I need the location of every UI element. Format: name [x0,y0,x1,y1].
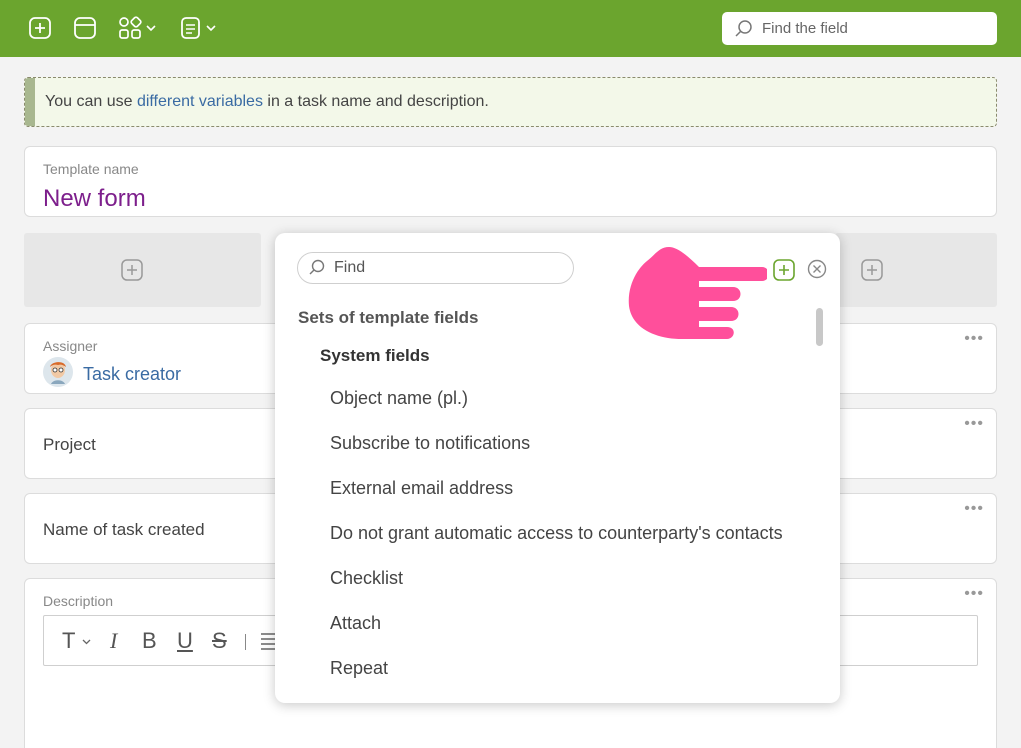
field-item[interactable]: Do not grant automatic access to counter… [330,523,783,544]
hint-accent-bar [25,78,35,126]
template-name-label: Template name [43,161,139,177]
field-item[interactable]: External email address [330,478,513,499]
pointing-hand-icon [628,247,767,339]
more-options-icon[interactable]: ••• [964,501,984,517]
assigner-label: Assigner [43,338,98,354]
assigner-value[interactable]: Task creator [83,364,181,385]
add-field-slot-right[interactable] [835,233,997,307]
add-field-icon[interactable] [773,259,795,281]
more-options-icon[interactable]: ••• [964,331,984,347]
grid-shapes-icon[interactable] [118,14,157,42]
template-name-card[interactable]: Template name New form [24,146,997,217]
hint-prefix: You can use [45,93,137,110]
align-icon[interactable] [260,632,276,650]
text-style-button[interactable]: T [62,628,75,654]
italic-button[interactable]: I [110,628,117,654]
scrollbar-thumb[interactable] [816,308,823,346]
field-item[interactable]: Checklist [330,568,403,589]
field-item[interactable]: Object name (pl.) [330,388,468,409]
task-name-label: Name of task created [43,520,205,539]
avatar [43,357,73,387]
find-field-input[interactable] [762,20,982,37]
field-item[interactable]: Subscribe to notifications [330,433,530,454]
strikethrough-button[interactable]: S [212,628,227,654]
bold-button[interactable]: B [142,628,157,654]
add-field-slot-left[interactable] [24,233,261,307]
underline-button[interactable]: U [177,628,193,654]
more-options-icon[interactable]: ••• [964,586,984,602]
add-square-icon[interactable] [28,14,52,42]
subsection-heading: System fields [320,346,430,365]
chevron-down-icon [146,25,156,32]
search-icon [309,259,325,275]
field-picker-popup: Sets of template fields System fields Ob… [275,233,840,703]
search-icon [735,19,752,37]
field-item[interactable]: Attach [330,613,381,634]
chevron-down-icon [206,25,216,32]
add-square-icon[interactable] [861,259,883,281]
project-label: Project [43,435,96,454]
hint-text: You can use different variables in a tas… [45,93,489,111]
close-icon[interactable] [807,259,827,279]
hint-suffix: in a task name and description. [262,93,489,110]
field-item[interactable]: Repeat [330,658,388,679]
chevron-down-icon [82,639,91,645]
popup-search[interactable] [297,252,574,284]
variables-hint: You can use different variables in a tas… [24,77,997,127]
variables-link[interactable]: different variables [137,93,263,110]
toolbar-divider [245,634,246,650]
section-heading: Sets of template fields [298,308,479,327]
more-options-icon[interactable]: ••• [964,416,984,432]
template-name-value[interactable]: New form [43,185,146,213]
description-label: Description [43,593,114,609]
popup-search-input[interactable] [334,259,564,277]
find-field-search[interactable] [722,12,997,45]
top-toolbar [0,0,1021,57]
document-list-icon[interactable] [180,14,217,42]
window-icon[interactable] [73,14,97,42]
add-square-icon[interactable] [121,259,143,281]
